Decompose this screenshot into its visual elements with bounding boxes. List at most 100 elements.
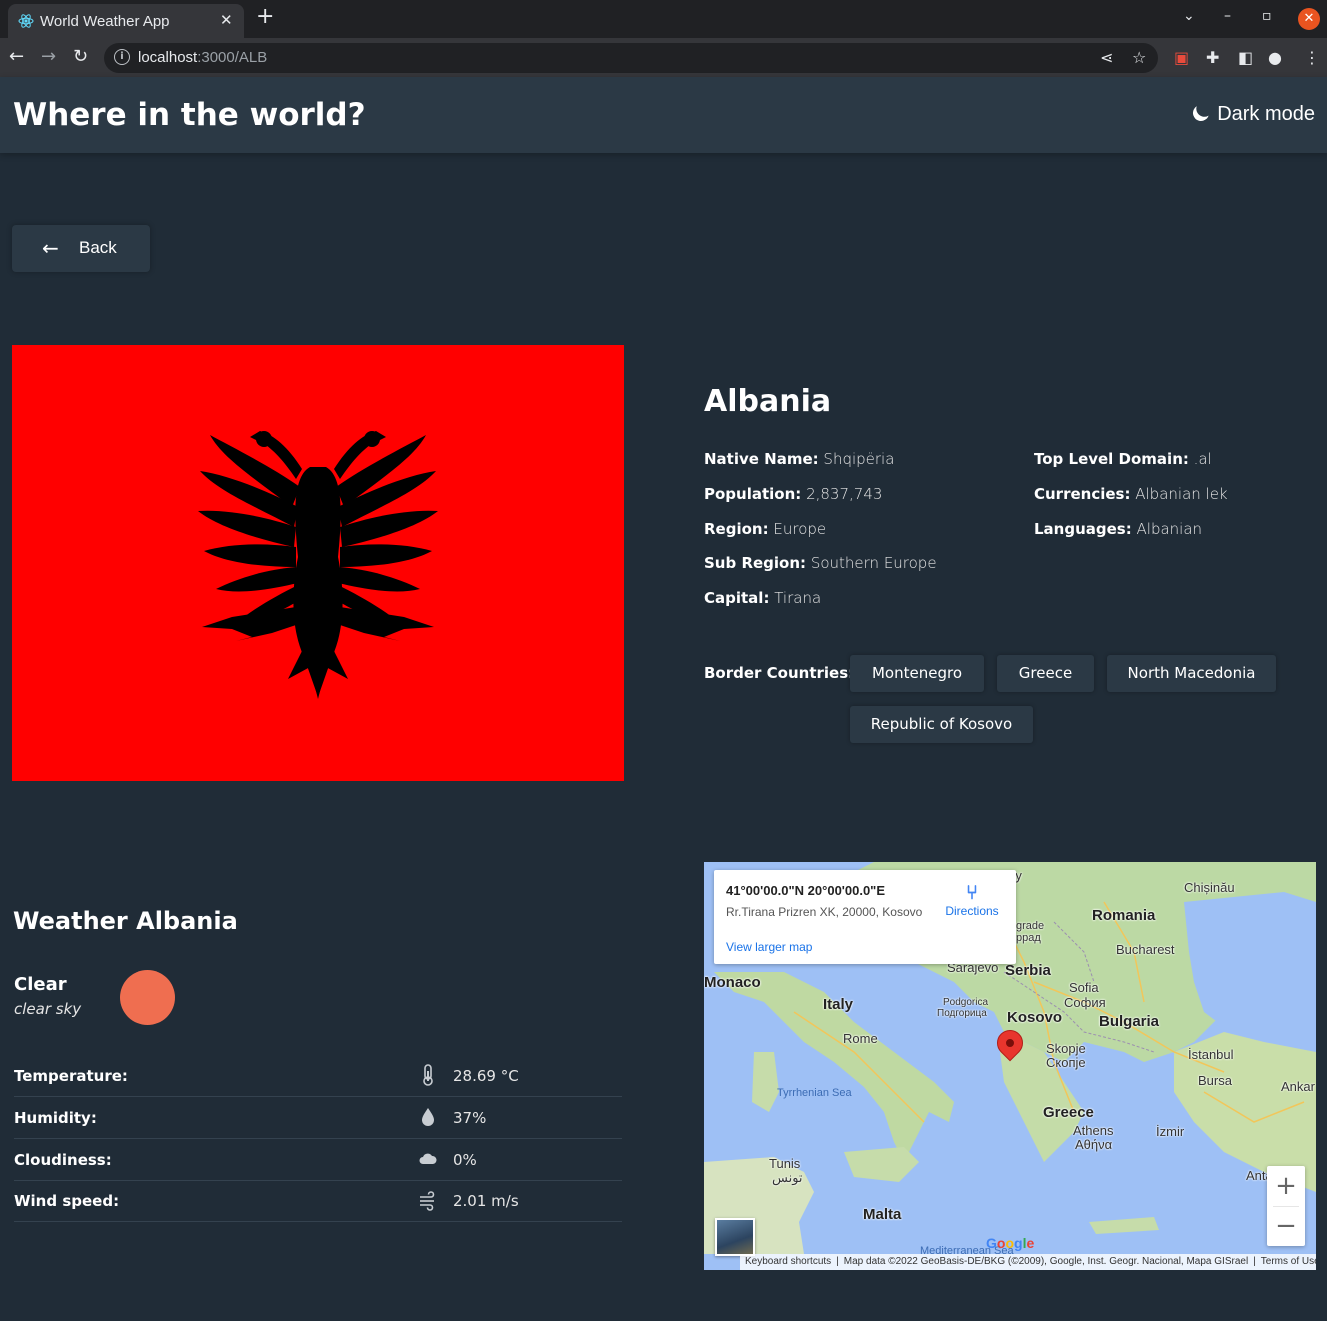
keyboard-shortcuts-link[interactable]: Keyboard shortcuts: [740, 1256, 836, 1267]
languages-value: Albanian: [1136, 519, 1203, 538]
reload-icon[interactable]: ↻: [73, 47, 88, 67]
satellite-toggle[interactable]: [715, 1218, 755, 1256]
view-larger-map-link[interactable]: View larger map: [726, 940, 812, 954]
new-tab-button[interactable]: +: [256, 6, 274, 28]
humidity-label: Humidity:: [14, 1109, 97, 1127]
back-button-label: Back: [79, 238, 117, 257]
extension-icon[interactable]: ▣: [1174, 48, 1189, 67]
directions-icon: ⑂: [966, 880, 978, 904]
url-text: localhost:3000/ALB: [138, 49, 267, 66]
map-label-tunis: Tunis: [769, 1156, 801, 1171]
share-icon[interactable]: ⋖: [1100, 48, 1113, 67]
map-label-chisinau: Chișinău: [1184, 880, 1235, 895]
map-label-podgorica: Podgorica: [943, 997, 989, 1008]
languages-label: Languages:: [1034, 519, 1132, 538]
browser-tab[interactable]: World Weather App ✕: [8, 4, 244, 38]
info-column-right: Top Level Domain: .al Currencies: Albani…: [1034, 450, 1228, 554]
border-country-kosovo[interactable]: Republic of Kosovo: [850, 706, 1033, 743]
double-headed-eagle-icon: [198, 431, 438, 699]
temperature-label: Temperature:: [14, 1067, 128, 1085]
map-label-serbia: Serbia: [1005, 962, 1051, 979]
map-label-skopje-cyr: Скопје: [1046, 1055, 1086, 1070]
weather-main: Clear: [14, 974, 67, 995]
map-label-podgorica-cyr: Подгорица: [937, 1008, 987, 1019]
bookmark-star-icon[interactable]: ☆: [1132, 48, 1146, 67]
dark-mode-toggle[interactable]: Dark mode: [1193, 103, 1315, 126]
zoom-out-button[interactable]: −: [1267, 1206, 1305, 1246]
map-label-athens-gr: Αθήνα: [1075, 1137, 1113, 1152]
wind-icon: [420, 1191, 435, 1211]
maximize-icon[interactable]: ▫: [1262, 8, 1272, 24]
humidity-value: 37%: [453, 1109, 487, 1127]
forward-nav-icon[interactable]: →: [41, 47, 56, 67]
app-title: Where in the world?: [13, 97, 366, 133]
capital-row: Capital: Tirana: [704, 589, 937, 624]
map-label-monaco: Monaco: [704, 974, 761, 991]
window-close-icon[interactable]: ✕: [1298, 8, 1320, 30]
cloudiness-value: 0%: [453, 1151, 477, 1169]
map-label-italy: Italy: [823, 996, 854, 1013]
languages-row: Languages: Albanian: [1034, 520, 1228, 555]
sub-region-label: Sub Region:: [704, 554, 807, 573]
info-column-left: Native Name: Shqipëria Population: 2,837…: [704, 450, 937, 624]
currencies-value: Albanian lek: [1135, 484, 1228, 503]
border-country-greece[interactable]: Greece: [997, 655, 1094, 692]
capital-label: Capital:: [704, 589, 770, 607]
map-label-belgrade: grade: [1016, 920, 1045, 932]
tld-value: .al: [1193, 450, 1212, 468]
url-host: localhost: [138, 49, 198, 66]
tld-row: Top Level Domain: .al: [1034, 450, 1228, 485]
menu-kebab-icon[interactable]: ⋮: [1304, 48, 1320, 67]
react-icon: [18, 14, 34, 28]
map-label-belgrade-cyr: ррад: [1016, 932, 1041, 944]
side-panel-icon[interactable]: ◧: [1238, 48, 1253, 67]
back-nav-icon[interactable]: ←: [9, 47, 24, 67]
google-map[interactable]: ry Romania Chișinău Bucharest grade ррад…: [704, 862, 1316, 1270]
wind-speed-value: 2.01 m/s: [453, 1192, 519, 1210]
currencies-row: Currencies: Albanian lek: [1034, 485, 1228, 520]
tab-title: World Weather App: [40, 13, 170, 30]
country-flag: [12, 345, 624, 781]
humidity-row: Humidity: 37%: [14, 1097, 622, 1139]
app-header: Where in the world? Dark mode: [0, 77, 1327, 153]
map-label-greece: Greece: [1043, 1104, 1094, 1121]
native-name-value: Shqipëria: [823, 450, 895, 468]
sub-region-value: Southern Europe: [810, 554, 937, 573]
border-countries-label: Border Countries:: [704, 664, 855, 682]
map-place-card: 41°00'00.0"N 20°00'00.0"E Rr.Tirana Priz…: [714, 870, 1016, 964]
map-label-bulgaria: Bulgaria: [1099, 1013, 1160, 1030]
sun-icon: [120, 970, 175, 1025]
zoom-in-button[interactable]: +: [1267, 1166, 1305, 1206]
country-name: Albania: [704, 384, 832, 419]
temperature-row: Temperature: 28.69 °C: [14, 1055, 622, 1097]
map-label-tyrrhenian-sea: Tyrrhenian Sea: [777, 1087, 852, 1099]
browser-tab-bar: World Weather App ✕ + ⌄ – ▫ ✕: [0, 0, 1327, 38]
profile-avatar-icon[interactable]: ●: [1268, 48, 1282, 67]
map-coordinates: 41°00'00.0"N 20°00'00.0"E: [726, 883, 886, 898]
map-data-attribution: Map data ©2022 GeoBasis-DE/BKG (©2009), …: [843, 1256, 1249, 1267]
temperature-value: 28.69 °C: [453, 1067, 519, 1085]
map-label-izmir: İzmir: [1156, 1124, 1185, 1139]
address-bar[interactable]: i localhost:3000/ALB ⋖ ☆: [104, 43, 1158, 73]
minimize-icon[interactable]: –: [1224, 8, 1231, 24]
border-country-montenegro[interactable]: Montenegro: [850, 655, 984, 692]
directions-button[interactable]: ⑂ Directions: [940, 880, 1004, 918]
native-name-label: Native Name:: [704, 450, 819, 468]
map-label-romania: Romania: [1092, 907, 1156, 924]
tab-close-icon[interactable]: ✕: [220, 11, 233, 29]
puzzle-icon[interactable]: ✚: [1206, 48, 1219, 67]
terms-of-use-link[interactable]: Terms of Use: [1256, 1256, 1316, 1267]
currencies-label: Currencies:: [1034, 484, 1131, 503]
map-label-athens: Athens: [1073, 1123, 1114, 1138]
map-label-ankara: Ankar: [1281, 1079, 1315, 1094]
map-label-bursa: Bursa: [1198, 1073, 1232, 1088]
population-value: 2,837,743: [806, 484, 883, 503]
border-country-north-macedonia[interactable]: North Macedonia: [1107, 655, 1276, 692]
zoom-divider: [1273, 1206, 1299, 1207]
back-button[interactable]: ← Back: [12, 225, 150, 272]
wind-speed-label: Wind speed:: [14, 1192, 120, 1210]
map-zoom-controls: + −: [1267, 1166, 1305, 1246]
site-info-icon[interactable]: i: [114, 49, 130, 65]
tab-search-icon[interactable]: ⌄: [1183, 8, 1195, 24]
browser-toolbar: ← → ↻ i localhost:3000/ALB ⋖ ☆ ▣ ✚ ◧ ● ⋮: [0, 38, 1327, 77]
